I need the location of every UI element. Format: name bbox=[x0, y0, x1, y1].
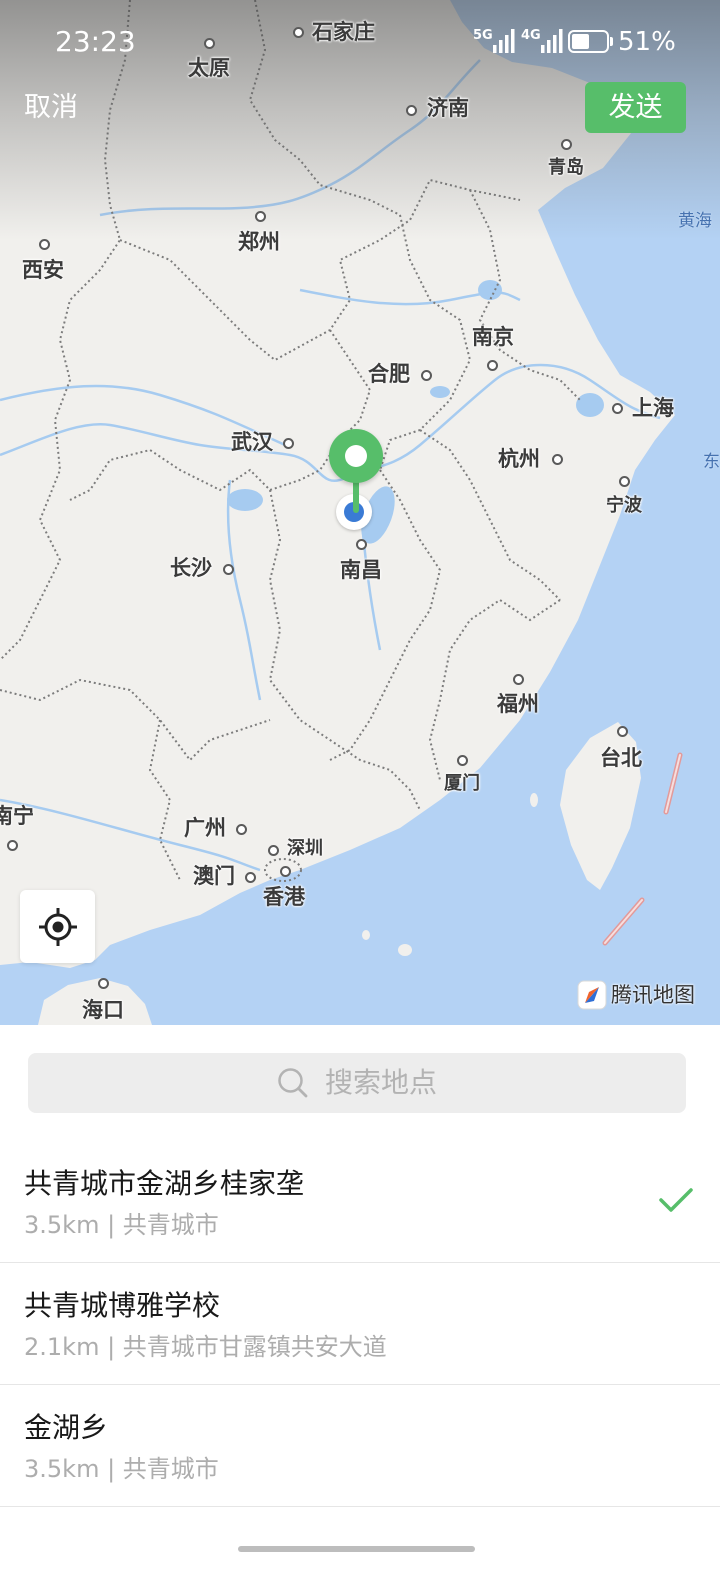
search-bar[interactable]: 搜索地点 bbox=[28, 1053, 686, 1113]
city-dot bbox=[222, 563, 234, 575]
nearby-places-list: 共青城市金湖乡桂家垄 3.5km | 共青城市 共青城博雅学校 2.1km | … bbox=[0, 1141, 720, 1507]
city-dot bbox=[420, 369, 432, 381]
small-island bbox=[398, 944, 412, 956]
map-pin-icon bbox=[329, 429, 383, 483]
small-island bbox=[530, 793, 538, 807]
city-dot bbox=[38, 238, 50, 250]
city-dot bbox=[456, 754, 468, 766]
map-view[interactable]: 石家庄 太原 济南 青岛 郑州 西安 南京 合肥 上海 武汉 杭州 宁波 长沙 … bbox=[0, 0, 720, 1025]
subtitle-separator: | bbox=[99, 1455, 123, 1483]
city-dot bbox=[282, 437, 294, 449]
city-label-nanjing: 南京 bbox=[472, 325, 514, 349]
network-5g-label: 5G bbox=[473, 28, 493, 43]
place-address: 共青城市 bbox=[122, 1211, 219, 1239]
city-label-taiyuan: 太原 bbox=[188, 56, 230, 80]
city-dot bbox=[203, 37, 215, 49]
place-subtitle: 3.5km | 共青城市 bbox=[24, 1455, 219, 1483]
map-provider-label: 腾讯地图 bbox=[611, 983, 695, 1007]
city-label-fuzhou: 福州 bbox=[497, 692, 539, 716]
city-dot bbox=[6, 839, 18, 851]
city-dot bbox=[244, 871, 256, 883]
battery-percent: 51% bbox=[618, 27, 676, 57]
list-item[interactable]: 共青城博雅学校 2.1km | 共青城市甘露镇共安大道 bbox=[0, 1263, 720, 1385]
city-label-shijiazhuang: 石家庄 bbox=[312, 20, 375, 44]
place-subtitle: 2.1km | 共青城市甘露镇共安大道 bbox=[24, 1333, 387, 1361]
crosshair-icon bbox=[38, 907, 77, 946]
city-label-changsha: 长沙 bbox=[170, 556, 212, 580]
city-dot bbox=[254, 210, 266, 222]
lake bbox=[227, 489, 263, 511]
city-dot bbox=[235, 823, 247, 835]
city-dot bbox=[512, 673, 524, 685]
battery-icon bbox=[568, 30, 609, 53]
city-label-zhengzhou: 郑州 bbox=[238, 230, 280, 254]
city-label-shanghai: 上海 bbox=[632, 396, 674, 420]
city-dot bbox=[405, 104, 417, 116]
tencent-map-logo-icon bbox=[577, 980, 607, 1010]
place-title: 金湖乡 bbox=[24, 1411, 109, 1444]
city-dot bbox=[97, 977, 109, 989]
network-4g-label: 4G bbox=[521, 28, 541, 43]
city-dot bbox=[355, 538, 367, 550]
place-address: 共青城市甘露镇共安大道 bbox=[122, 1333, 387, 1361]
locate-me-button[interactable] bbox=[20, 890, 95, 963]
city-label-jinan: 济南 bbox=[427, 96, 469, 120]
lake bbox=[430, 386, 450, 398]
lake bbox=[478, 280, 502, 300]
search-placeholder: 搜索地点 bbox=[324, 1066, 437, 1099]
signal-icon bbox=[541, 29, 563, 53]
sea-label-yellow-sea: 黄海 bbox=[678, 211, 712, 231]
city-dot bbox=[611, 402, 623, 414]
list-item[interactable]: 共青城市金湖乡桂家垄 3.5km | 共青城市 bbox=[0, 1141, 720, 1263]
status-time: 23:23 bbox=[55, 25, 136, 58]
city-label-hangzhou: 杭州 bbox=[498, 447, 540, 471]
place-distance: 3.5km bbox=[24, 1455, 100, 1483]
city-label-taipei: 台北 bbox=[600, 746, 642, 770]
sea-label-east-sea: 东 bbox=[703, 452, 720, 472]
place-address: 共青城市 bbox=[122, 1455, 219, 1483]
place-title: 共青城市金湖乡桂家垄 bbox=[24, 1167, 305, 1200]
city-dot bbox=[486, 359, 498, 371]
list-item[interactable]: 金湖乡 3.5km | 共青城市 bbox=[0, 1385, 720, 1507]
city-label-hefei: 合肥 bbox=[368, 362, 410, 386]
city-dot bbox=[616, 725, 628, 737]
home-indicator[interactable] bbox=[238, 1546, 475, 1552]
send-button[interactable]: 发送 bbox=[585, 82, 686, 133]
place-subtitle: 3.5km | 共青城市 bbox=[24, 1211, 219, 1239]
city-label-haikou: 海口 bbox=[82, 998, 124, 1022]
lake bbox=[576, 393, 604, 417]
city-label-xiamen: 厦门 bbox=[444, 773, 480, 794]
city-dot bbox=[560, 138, 572, 150]
city-label-macau: 澳门 bbox=[193, 864, 235, 888]
city-label-ningbo: 宁波 bbox=[606, 495, 642, 516]
city-dot bbox=[551, 453, 563, 465]
battery-level-fill bbox=[572, 34, 589, 49]
place-distance: 3.5km bbox=[24, 1211, 100, 1239]
city-dot bbox=[267, 844, 279, 856]
map-pin-hole bbox=[345, 445, 367, 467]
city-dot bbox=[618, 475, 630, 487]
city-label-xian: 西安 bbox=[22, 258, 64, 282]
signal-icon bbox=[493, 29, 515, 53]
city-dot bbox=[279, 865, 291, 877]
subtitle-separator: | bbox=[99, 1333, 123, 1361]
city-dot bbox=[292, 26, 304, 38]
search-icon bbox=[278, 1068, 308, 1098]
battery-terminal bbox=[610, 37, 613, 46]
subtitle-separator: | bbox=[99, 1211, 123, 1239]
city-label-guangzhou: 广州 bbox=[184, 816, 226, 840]
city-label-wuhan: 武汉 bbox=[231, 430, 273, 454]
cancel-button[interactable]: 取消 bbox=[24, 91, 78, 125]
place-distance: 2.1km bbox=[24, 1333, 100, 1361]
city-label-nanchang: 南昌 bbox=[340, 558, 382, 582]
city-label-hongkong: 香港 bbox=[263, 885, 305, 909]
city-label-shenzhen: 深圳 bbox=[287, 838, 323, 859]
city-label-qingdao: 青岛 bbox=[548, 157, 584, 178]
check-icon bbox=[659, 1188, 693, 1212]
city-label-nanning: 南宁 bbox=[0, 804, 34, 828]
place-title: 共青城博雅学校 bbox=[24, 1289, 221, 1322]
small-island bbox=[362, 930, 370, 940]
